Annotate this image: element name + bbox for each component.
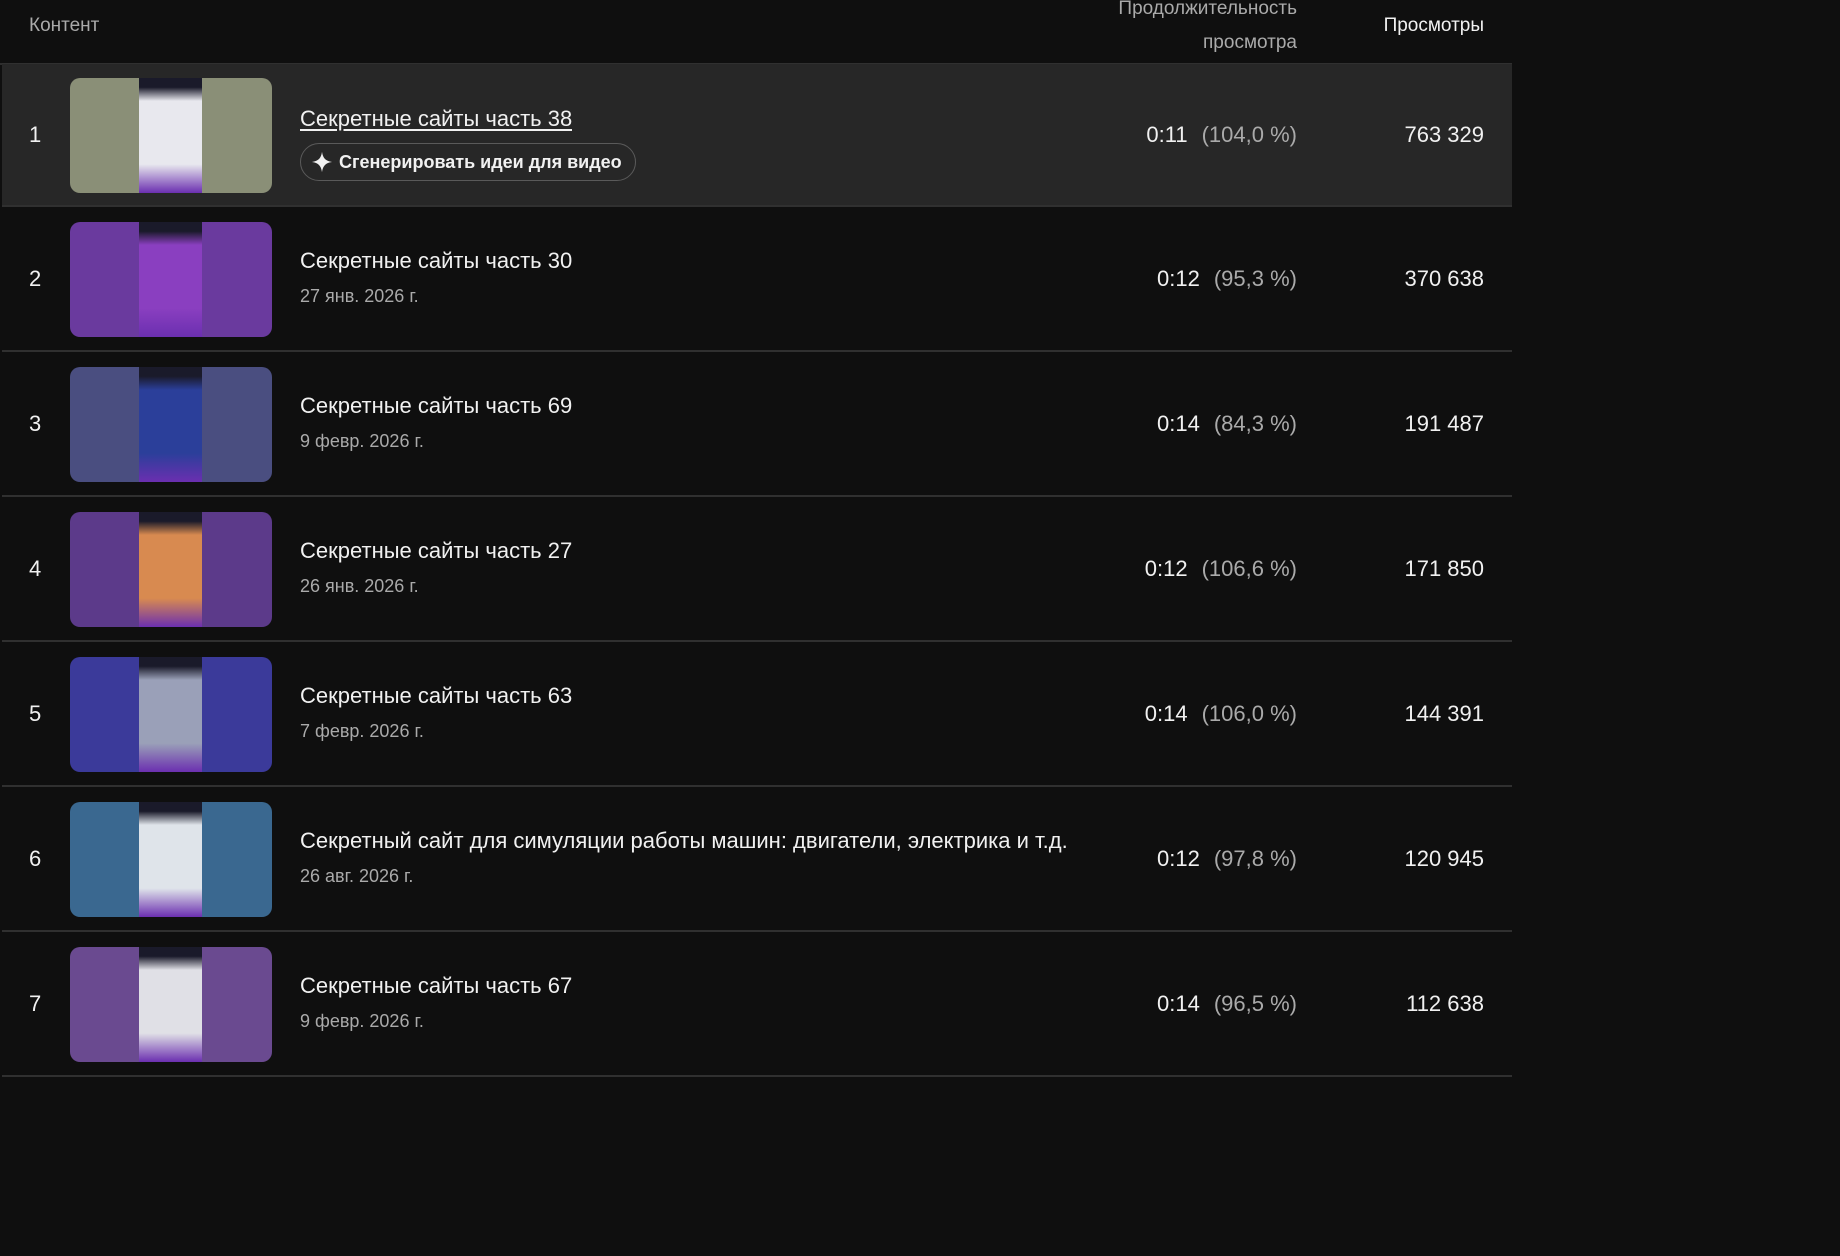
views-count: 112 638: [1406, 991, 1484, 1016]
column-header-avg-view-duration[interactable]: Продолжительность просмотра: [1118, 0, 1297, 60]
duration-value: 0:12: [1157, 266, 1200, 291]
column-header-duration-line1: Продолжительность: [1118, 0, 1297, 19]
duration-percent: (96,5 %): [1213, 991, 1297, 1016]
publish-date: 9 февр. 2026 г.: [300, 1011, 424, 1031]
views-count: 370 638: [1404, 266, 1484, 291]
video-title[interactable]: Секретные сайты часть 69: [300, 393, 572, 419]
duration-percent: (97,8 %): [1213, 846, 1297, 871]
video-title[interactable]: Секретный сайт для симуляции работы маши…: [300, 828, 1068, 854]
publish-date: 26 авг. 2026 г.: [300, 866, 414, 886]
duration-value: 0:11: [1146, 122, 1188, 147]
avg-view-duration: 0:14 (84,3 %): [1157, 353, 1297, 495]
video-title[interactable]: Секретные сайты часть 38: [300, 106, 572, 132]
video-title[interactable]: Секретные сайты часть 30: [300, 248, 572, 274]
avg-view-duration: 0:14 (106,0 %): [1145, 643, 1297, 785]
sparkle-icon: [311, 151, 333, 173]
table-row[interactable]: 5 Секретные сайты часть 63 7 февр. 2026 г.…: [2, 643, 1512, 787]
avg-view-duration: 0:14 (96,5 %): [1157, 933, 1297, 1075]
video-thumbnail[interactable]: [70, 222, 272, 337]
table-row[interactable]: 3 Секретные сайты часть 69 9 февр. 2026 г.…: [2, 353, 1512, 497]
row-index: 1: [29, 122, 42, 147]
duration-percent: (84,3 %): [1213, 411, 1297, 436]
table-row[interactable]: 1 Секретные сайты часть 38 Сгенерировать и…: [2, 63, 1512, 207]
views-count: 144 391: [1404, 701, 1484, 726]
views-count: 120 945: [1404, 846, 1484, 871]
avg-view-duration: 0:12 (97,8 %): [1157, 788, 1297, 930]
row-index: 5: [29, 701, 42, 726]
generate-ideas-label: Сгенерировать идеи для видео: [339, 151, 622, 172]
video-thumbnail[interactable]: [70, 947, 272, 1062]
publish-date: 26 янв. 2026 г.: [300, 576, 419, 596]
duration-value: 0:14: [1144, 701, 1188, 726]
thumbnail-image: [139, 222, 202, 337]
video-title[interactable]: Секретные сайты часть 67: [300, 973, 572, 999]
video-thumbnail[interactable]: [70, 512, 272, 627]
duration-value: 0:12: [1157, 846, 1200, 871]
row-index: 4: [29, 556, 42, 581]
table-header: Контент Продолжительность просмотра Прос…: [0, 0, 1512, 65]
video-title[interactable]: Секретные сайты часть 63: [300, 683, 572, 709]
thumbnail-image: [139, 78, 202, 193]
column-header-content[interactable]: Контент: [29, 15, 99, 37]
avg-view-duration: 0:12 (95,3 %): [1157, 208, 1297, 350]
row-index: 6: [29, 846, 42, 871]
publish-date: 9 февр. 2026 г.: [300, 431, 424, 451]
table-row[interactable]: 4 Секретные сайты часть 27 26 янв. 2026 г.…: [2, 498, 1512, 642]
video-title[interactable]: Секретные сайты часть 27: [300, 538, 572, 564]
content-table: Контент Продолжительность просмотра Прос…: [0, 0, 1512, 1077]
table-row[interactable]: 7 Секретные сайты часть 67 9 февр. 2026 г.…: [2, 933, 1512, 1077]
generate-ideas-button[interactable]: Сгенерировать идеи для видео: [300, 143, 636, 181]
video-thumbnail[interactable]: [70, 657, 272, 772]
avg-view-duration: 0:11 (104,0 %): [1146, 64, 1297, 206]
duration-value: 0:14: [1157, 991, 1200, 1016]
video-thumbnail[interactable]: [70, 367, 272, 482]
row-index: 7: [29, 991, 42, 1016]
avg-view-duration: 0:12 (106,6 %): [1145, 498, 1297, 640]
row-index: 3: [29, 411, 42, 436]
duration-percent: (106,6 %): [1201, 556, 1297, 581]
thumbnail-image: [139, 947, 202, 1062]
publish-date: 7 февр. 2026 г.: [300, 721, 424, 741]
table-row[interactable]: 6 Секретный сайт для симуляции работы маш…: [2, 788, 1512, 932]
views-count: 763 329: [1404, 122, 1484, 147]
thumbnail-image: [139, 367, 202, 482]
duration-percent: (95,3 %): [1213, 266, 1297, 291]
publish-date: 27 янв. 2026 г.: [300, 286, 419, 306]
duration-value: 0:12: [1144, 556, 1188, 581]
column-header-views[interactable]: Просмотры: [1384, 15, 1484, 37]
duration-percent: (106,0 %): [1201, 701, 1297, 726]
duration-percent: (104,0 %): [1201, 122, 1297, 147]
views-count: 171 850: [1404, 556, 1484, 581]
duration-value: 0:14: [1157, 411, 1200, 436]
views-count: 191 487: [1404, 411, 1484, 436]
video-thumbnail[interactable]: [70, 78, 272, 193]
row-index: 2: [29, 266, 42, 291]
thumbnail-image: [139, 512, 202, 627]
column-header-duration-line2: просмотра: [1203, 32, 1297, 53]
thumbnail-image: [139, 802, 202, 917]
thumbnail-image: [139, 657, 202, 772]
table-row[interactable]: 2 Секретные сайты часть 30 27 янв. 2026 г.…: [2, 208, 1512, 352]
video-thumbnail[interactable]: [70, 802, 272, 917]
